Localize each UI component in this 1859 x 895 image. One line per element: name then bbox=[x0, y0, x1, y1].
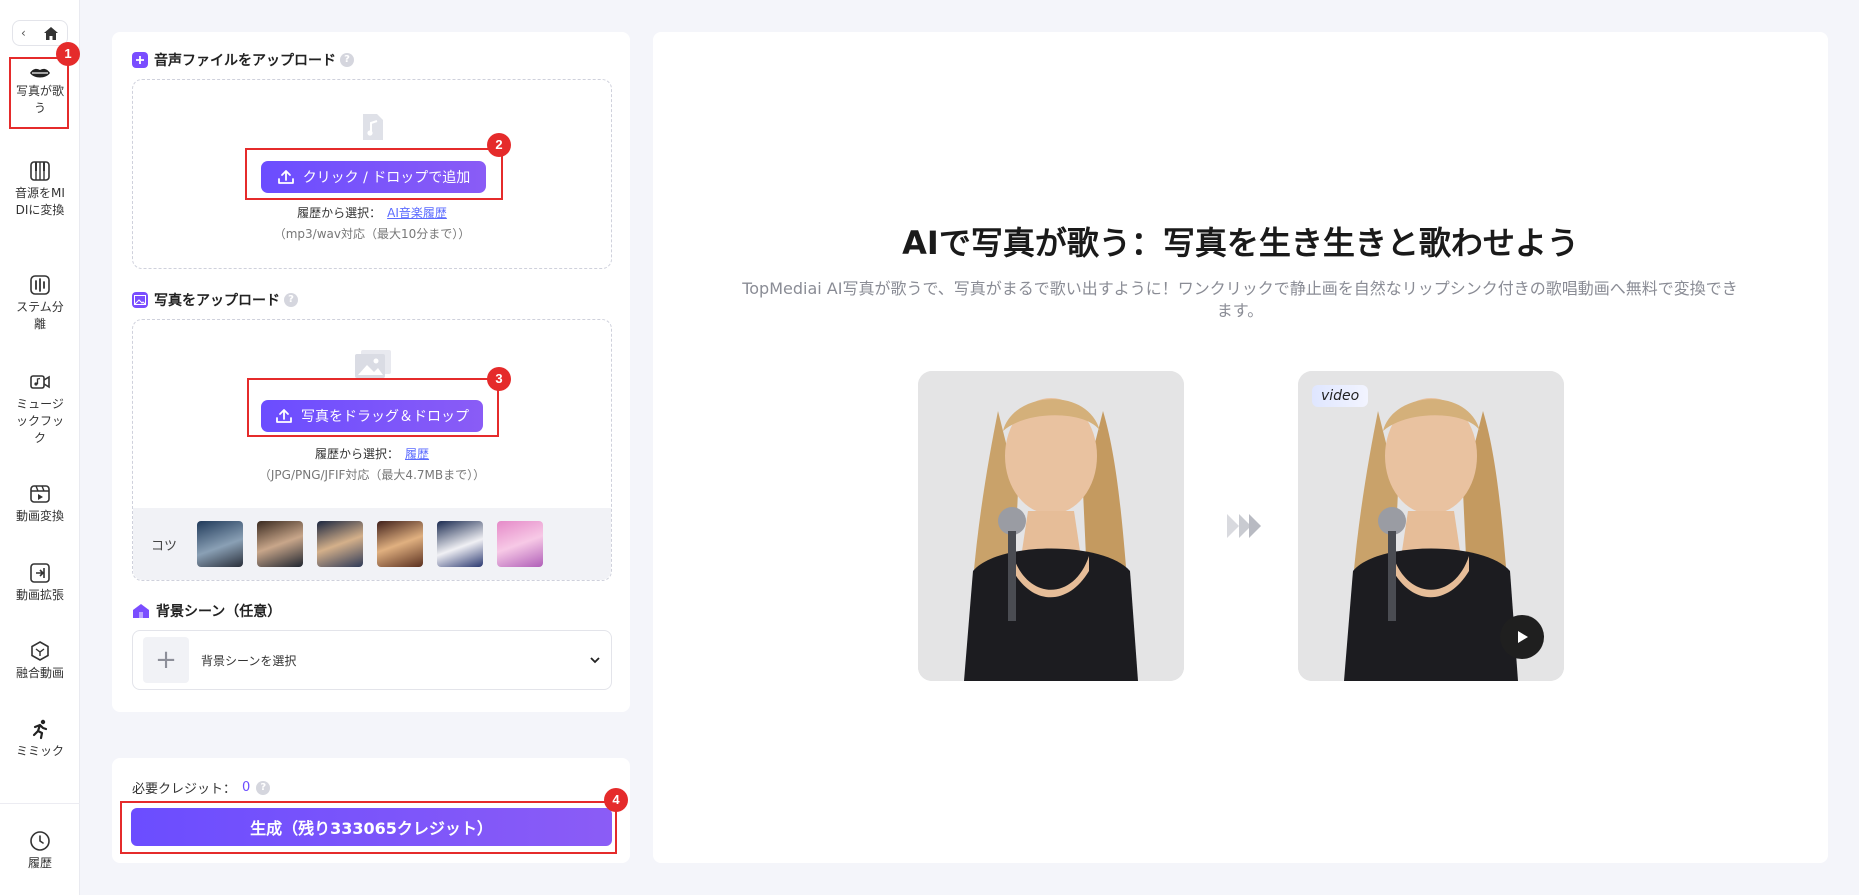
play-button[interactable] bbox=[1500, 615, 1544, 659]
photo-dropzone[interactable]: 写真をドラッグ＆ドロップ 履歴から選択： 履歴 （JPG/PNG/JFIF対応（最… bbox=[132, 319, 612, 581]
sample-thumbnail[interactable] bbox=[497, 521, 544, 567]
sidebar-item-mimic[interactable]: ミミック bbox=[4, 718, 76, 760]
annotation-box-2 bbox=[245, 148, 503, 200]
sidebar-item-history[interactable]: 履歴 bbox=[4, 830, 76, 872]
credits-line: 必要クレジット： 0 ? bbox=[132, 778, 271, 797]
output-video-example[interactable]: video bbox=[1298, 371, 1564, 681]
stem-icon bbox=[30, 275, 50, 295]
scene-section-title: 背景シーン（任意） bbox=[132, 601, 281, 621]
photo-section-label: 写真をアップロード bbox=[154, 293, 280, 309]
piano-icon bbox=[30, 161, 50, 181]
page-description: TopMediai AI写真が歌うで、写真がまるで歌い出すように！ワンクリックで… bbox=[742, 279, 1738, 320]
sidebar-item-midi[interactable]: 音源をMIDIに変換 bbox=[4, 160, 76, 219]
photo-section-title: 写真をアップロード ? bbox=[132, 290, 298, 310]
sample-thumbnail[interactable] bbox=[377, 521, 424, 567]
sidebar-item-video-extend[interactable]: 動画拡張 bbox=[4, 562, 76, 604]
image-icon bbox=[132, 292, 148, 308]
sidebar-item-video-convert[interactable]: 動画変換 bbox=[4, 483, 76, 525]
scene-select-placeholder: 背景シーンを選択 bbox=[201, 653, 297, 668]
annotation-badge-2: 2 bbox=[487, 133, 511, 157]
annotation-box-1 bbox=[9, 57, 69, 129]
ai-music-history-link[interactable]: AI音楽履歴 bbox=[387, 206, 447, 220]
chevron-down-icon bbox=[590, 657, 600, 664]
help-icon[interactable]: ? bbox=[340, 53, 354, 67]
photo-placeholder-icon bbox=[355, 350, 391, 378]
video-extend-icon bbox=[30, 563, 50, 583]
page-title: AIで写真が歌う：写真を生き生きと歌わせよう bbox=[902, 224, 1579, 262]
input-photo-example bbox=[918, 371, 1184, 681]
clock-icon bbox=[30, 831, 50, 851]
sidebar-item-label: ミミック bbox=[15, 744, 64, 758]
plus-icon: + bbox=[143, 637, 189, 683]
main-content: AIで写真が歌う：写真を生き生きと歌わせよう TopMediai AI写真が歌う… bbox=[653, 32, 1828, 863]
sidebar-item-label: 履歴 bbox=[27, 856, 52, 870]
home-icon[interactable] bbox=[43, 26, 59, 41]
sidebar-partial-icon bbox=[30, 795, 50, 803]
sample-thumbnail[interactable] bbox=[257, 521, 304, 567]
back-chevron-icon[interactable]: ‹ bbox=[21, 26, 26, 40]
scene-icon bbox=[133, 604, 149, 618]
annotation-box-4 bbox=[120, 801, 617, 854]
sidebar-item-label: 動画変換 bbox=[15, 509, 64, 523]
music-file-icon bbox=[363, 114, 383, 140]
sidebar-item-label: ミュージックフック bbox=[15, 397, 64, 445]
history-prefix: 履歴から選択： bbox=[297, 206, 382, 220]
tips-label: コツ bbox=[151, 538, 178, 554]
annotation-box-3 bbox=[247, 378, 499, 437]
sidebar-item-label: 音源をMIDIに変換 bbox=[15, 186, 65, 217]
sample-thumbnail[interactable] bbox=[317, 521, 364, 567]
video-tag: video bbox=[1312, 385, 1369, 407]
audio-add-icon bbox=[132, 52, 148, 68]
sidebar: ‹ 写真が歌う 音源をMIDIに変換 ステム分離 ミュージックフック 動画変換 … bbox=[0, 0, 80, 895]
history-prefix: 履歴から選択： bbox=[314, 447, 399, 461]
sidebar-item-label: 動画拡張 bbox=[15, 588, 64, 602]
scene-select[interactable]: + 背景シーンを選択 bbox=[132, 630, 612, 690]
singer-photo bbox=[918, 371, 1184, 681]
help-icon[interactable]: ? bbox=[284, 293, 298, 307]
credits-value: 0 bbox=[242, 780, 251, 795]
video-convert-icon bbox=[30, 485, 50, 503]
photo-history-line: 履歴から選択： 履歴 bbox=[133, 445, 611, 462]
tips-strip: コツ bbox=[133, 508, 611, 580]
sample-thumbnail[interactable] bbox=[197, 521, 244, 567]
music-video-icon bbox=[30, 375, 50, 389]
annotation-badge-4: 4 bbox=[604, 788, 628, 812]
audio-section-label: 音声ファイルをアップロード bbox=[154, 53, 336, 69]
audio-history-line: 履歴から選択： AI音楽履歴 bbox=[133, 204, 611, 221]
photo-format-note: （JPG/PNG/JFIF対応（最大4.7MBまで）） bbox=[258, 468, 486, 482]
audio-section-title: 音声ファイルをアップロード ? bbox=[132, 50, 354, 70]
sidebar-item-fusion[interactable]: 融合動画 bbox=[4, 640, 76, 682]
running-icon bbox=[32, 719, 48, 740]
double-arrow-icon bbox=[1227, 514, 1261, 538]
help-icon[interactable]: ? bbox=[256, 780, 271, 795]
sidebar-item-label: ステム分離 bbox=[16, 300, 64, 331]
annotation-badge-1: 1 bbox=[56, 42, 80, 66]
sidebar-item-music-hook[interactable]: ミュージックフック bbox=[4, 371, 76, 447]
sidebar-top-nav: ‹ bbox=[12, 20, 68, 46]
annotation-badge-3: 3 bbox=[487, 367, 511, 391]
sidebar-item-stem[interactable]: ステム分離 bbox=[4, 274, 76, 333]
photo-history-link[interactable]: 履歴 bbox=[405, 447, 429, 461]
credits-label: 必要クレジット： bbox=[132, 782, 237, 797]
upload-panel: 音声ファイルをアップロード ? クリック / ドロップで追加 履歴から選択： AI… bbox=[112, 32, 630, 712]
sample-thumbnail[interactable] bbox=[437, 521, 484, 567]
audio-format-note: （mp3/wav対応（最大10分まで）） bbox=[273, 227, 471, 241]
scene-section-label: 背景シーン（任意） bbox=[156, 604, 282, 620]
sidebar-item-label: 融合動画 bbox=[15, 666, 64, 680]
sidebar-divider bbox=[0, 803, 80, 804]
play-icon bbox=[1518, 631, 1528, 643]
fusion-icon bbox=[31, 641, 49, 661]
